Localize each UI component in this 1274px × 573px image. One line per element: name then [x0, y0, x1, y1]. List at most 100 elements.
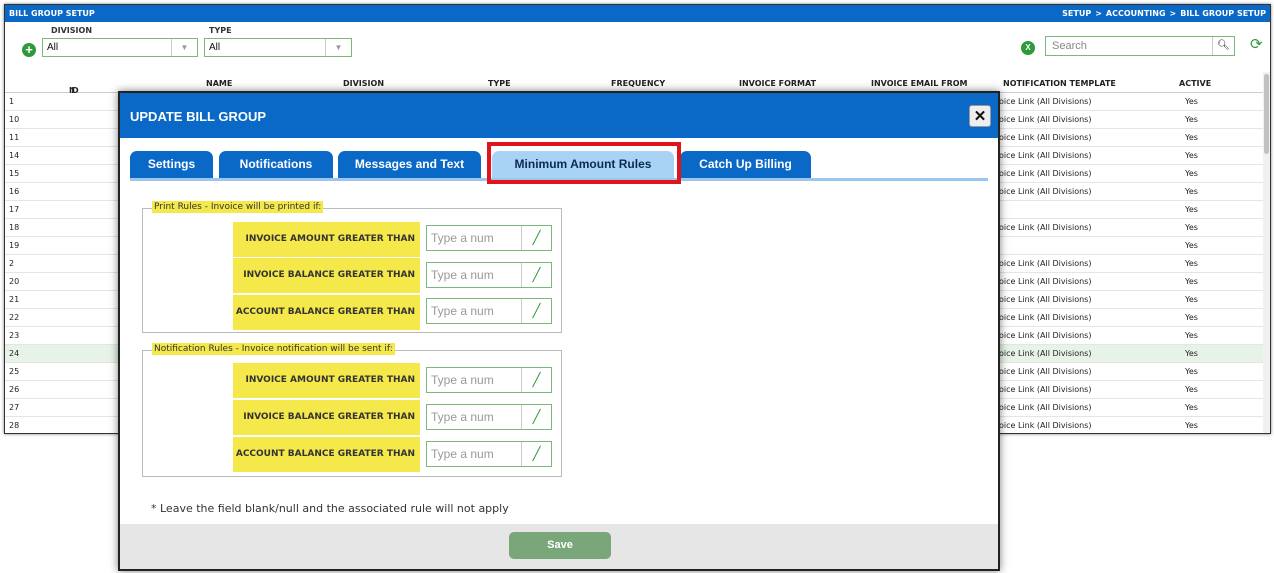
print-invoice-amount-label: INVOICE AMOUNT GREATER THAN	[233, 222, 420, 257]
close-icon[interactable]: ✕	[969, 105, 991, 127]
breadcrumb-separator: >	[1095, 9, 1102, 18]
cell-id: 26	[9, 385, 20, 394]
tab-settings[interactable]: Settings	[130, 151, 213, 178]
cell-id: 15	[9, 169, 20, 178]
cell-id: 21	[9, 295, 20, 304]
chevron-down-icon[interactable]: ▼	[325, 39, 351, 56]
breadcrumb-accounting[interactable]: ACCOUNTING	[1106, 9, 1166, 18]
notify-invoice-amount-input[interactable]: Type a num ╱	[426, 367, 552, 393]
column-header-division[interactable]: DIVISION	[343, 79, 384, 88]
cell-notification-template: oice Link (All Divisions)	[999, 169, 1092, 178]
pencil-icon[interactable]: ╱	[521, 405, 551, 429]
division-select-value: All	[47, 42, 59, 53]
cell-id: 14	[9, 151, 20, 160]
print-account-balance-input[interactable]: Type a num ╱	[426, 298, 552, 324]
search-icon[interactable]: 🔍︎	[1212, 37, 1234, 55]
dialog-body: Settings Notifications Messages and Text…	[120, 138, 998, 527]
cell-id: 17	[9, 205, 20, 214]
cell-id: 22	[9, 313, 20, 322]
cell-active: Yes	[1185, 259, 1198, 268]
cell-notification-template: oice Link (All Divisions)	[999, 115, 1092, 124]
refresh-icon[interactable]: ⟳	[1250, 37, 1263, 53]
division-select[interactable]: All ▼	[42, 38, 198, 57]
pencil-icon[interactable]: ╱	[521, 442, 551, 466]
breadcrumb-setup[interactable]: SETUP	[1062, 9, 1091, 18]
cell-id: 1	[9, 97, 15, 106]
cell-notification-template: oice Link (All Divisions)	[999, 151, 1092, 160]
print-invoice-balance-label: INVOICE BALANCE GREATER THAN	[233, 258, 420, 293]
notify-invoice-balance-input[interactable]: Type a num ╱	[426, 404, 552, 430]
cell-notification-template: oice Link (All Divisions)	[999, 313, 1092, 322]
notification-rules-group: Notification Rules - Invoice notificatio…	[142, 343, 562, 477]
cell-active: Yes	[1185, 241, 1198, 250]
cell-active: Yes	[1185, 313, 1198, 322]
cell-active: Yes	[1185, 403, 1198, 412]
pencil-icon[interactable]: ╱	[521, 226, 551, 250]
cell-notification-template: oice Link (All Divisions)	[999, 187, 1092, 196]
print-invoice-amount-input[interactable]: Type a num ╱	[426, 225, 552, 251]
cell-id: 10	[9, 115, 20, 124]
app-header: BILL GROUP SETUP SETUP > ACCOUNTING > BILL G…	[5, 5, 1270, 22]
cell-notification-template: oice Link (All Divisions)	[999, 385, 1092, 394]
cell-notification-template: oice Link (All Divisions)	[999, 331, 1092, 340]
notification-rules-legend: Notification Rules - Invoice notificatio…	[152, 343, 395, 355]
type-select[interactable]: All ▼	[204, 38, 352, 57]
column-header-name[interactable]: NAME	[206, 79, 232, 88]
cell-active: Yes	[1185, 223, 1198, 232]
cell-notification-template: oice Link (All Divisions)	[999, 223, 1092, 232]
dialog-title: UPDATE BILL GROUP	[130, 109, 267, 124]
print-rules-legend: Print Rules - Invoice will be printed if…	[152, 201, 324, 213]
column-header-invoice-email-from[interactable]: INVOICE EMAIL FROM	[871, 79, 967, 88]
chevron-down-icon[interactable]: ▼	[171, 39, 197, 56]
cell-active: Yes	[1185, 97, 1198, 106]
column-header-type[interactable]: TYPE	[488, 79, 511, 88]
tab-notifications[interactable]: Notifications	[219, 151, 333, 178]
cell-active: Yes	[1185, 205, 1198, 214]
division-label: DIVISION	[51, 26, 93, 35]
cell-id: 25	[9, 367, 20, 376]
grid-scrollbar[interactable]	[1263, 72, 1270, 433]
cell-active: Yes	[1185, 349, 1198, 358]
column-header-active[interactable]: ACTIVE	[1179, 79, 1211, 88]
add-icon[interactable]: +	[22, 43, 36, 57]
cell-active: Yes	[1185, 115, 1198, 124]
scrollbar-thumb[interactable]	[1264, 74, 1269, 154]
column-header-notification-template[interactable]: NOTIFICATION TEMPLATE	[1003, 79, 1116, 88]
type-select-value: All	[209, 42, 221, 53]
pencil-icon[interactable]: ╱	[521, 299, 551, 323]
cell-notification-template: oice Link (All Divisions)	[999, 97, 1092, 106]
cell-id: 23	[9, 331, 20, 340]
cell-active: Yes	[1185, 421, 1198, 430]
search-placeholder: Search	[1052, 40, 1087, 52]
column-header-invoice-format[interactable]: INVOICE FORMAT	[739, 79, 816, 88]
cell-notification-template: oice Link (All Divisions)	[999, 421, 1092, 430]
pencil-icon[interactable]: ╱	[521, 368, 551, 392]
cell-active: Yes	[1185, 295, 1198, 304]
pencil-icon[interactable]: ╱	[521, 263, 551, 287]
save-button[interactable]: Save	[509, 532, 611, 559]
notify-account-balance-input[interactable]: Type a num ╱	[426, 441, 552, 467]
rules-note: * Leave the field blank/null and the ass…	[151, 502, 509, 515]
cell-id: 11	[9, 133, 20, 142]
cell-id: 28	[9, 421, 20, 430]
tab-catch-up-billing[interactable]: Catch Up Billing	[680, 151, 811, 178]
cell-active: Yes	[1185, 151, 1198, 160]
cell-notification-template: oice Link (All Divisions)	[999, 349, 1092, 358]
search-input[interactable]: Search 🔍︎	[1045, 36, 1235, 56]
column-header-frequency[interactable]: FREQUENCY	[611, 79, 665, 88]
tab-messages-and-text[interactable]: Messages and Text	[338, 151, 481, 178]
cell-notification-template: oice Link (All Divisions)	[999, 259, 1092, 268]
type-label: TYPE	[209, 26, 232, 35]
print-account-balance-label: ACCOUNT BALANCE GREATER THAN	[233, 295, 420, 330]
cell-active: Yes	[1185, 277, 1198, 286]
cell-id: 24	[9, 349, 20, 358]
cell-notification-template: oice Link (All Divisions)	[999, 277, 1092, 286]
update-bill-group-dialog: UPDATE BILL GROUP ✕ Settings Notificatio…	[118, 91, 1000, 571]
dialog-header: UPDATE BILL GROUP ✕	[120, 93, 998, 138]
excel-export-icon[interactable]: X	[1021, 41, 1035, 55]
cell-id: 20	[9, 277, 20, 286]
cell-active: Yes	[1185, 331, 1198, 340]
cell-active: Yes	[1185, 187, 1198, 196]
breadcrumb-separator: >	[1169, 9, 1177, 18]
print-invoice-balance-input[interactable]: Type a num ╱	[426, 262, 552, 288]
